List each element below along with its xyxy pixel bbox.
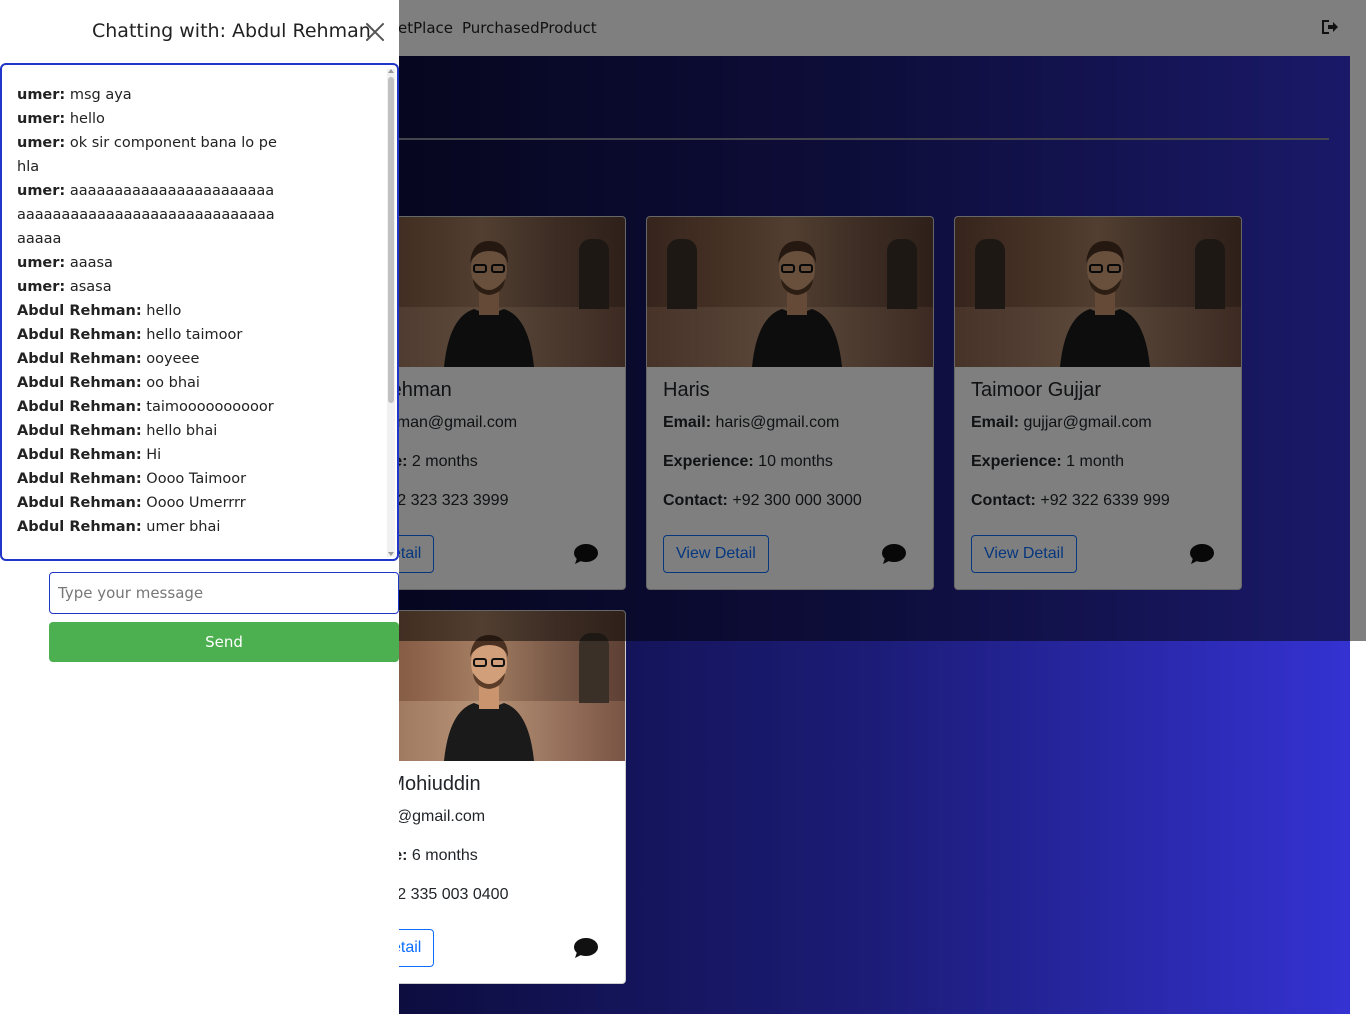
scroll-up-arrow-icon[interactable] <box>388 69 394 73</box>
message-history[interactable]: umer: msg aya umer: hello umer: ok sir com… <box>0 63 399 561</box>
message-sender: Abdul Rehman: <box>17 447 142 463</box>
chat-drawer: Chatting with: Abdul Rehman umer: msg ay… <box>0 0 399 1014</box>
message-sender: Abdul Rehman: <box>17 375 142 391</box>
message-text: Hi <box>146 447 162 463</box>
message-sender: umer: <box>17 279 66 295</box>
chat-message: umer: aaaaaaaaaaaaaaaaaaaaaaaaaaaaaaaaaa… <box>17 179 277 251</box>
chat-message: umer: hello <box>17 107 277 131</box>
chat-bubble-icon[interactable] <box>573 937 599 959</box>
chat-message: Abdul Rehman: ooyeee <box>17 347 277 371</box>
message-text: Oooo Umerrrr <box>146 495 246 511</box>
message-list: umer: msg aya umer: hello umer: ok sir com… <box>17 83 277 539</box>
message-sender: Abdul Rehman: <box>17 303 142 319</box>
scroll-down-arrow-icon[interactable] <box>388 552 394 556</box>
chat-message: umer: ok sir component bana lo pehla <box>17 131 277 179</box>
message-scrollbar[interactable] <box>387 69 395 557</box>
message-text: oo bhai <box>146 375 200 391</box>
chat-message: Abdul Rehman: taimoooooooooor <box>17 395 277 419</box>
message-sender: Abdul Rehman: <box>17 471 142 487</box>
message-text: umer bhai <box>146 519 221 535</box>
chat-message: Abdul Rehman: Oooo Umerrrr <box>17 491 277 515</box>
message-sender: Abdul Rehman: <box>17 423 142 439</box>
message-sender: Abdul Rehman: <box>17 399 142 415</box>
message-sender: umer: <box>17 135 66 151</box>
message-sender: Abdul Rehman: <box>17 495 142 511</box>
message-sender: Abdul Rehman: <box>17 351 142 367</box>
chat-message: umer: aaasa <box>17 251 277 275</box>
send-button[interactable]: Send <box>49 622 399 662</box>
chat-message: Abdul Rehman: oo bhai <box>17 371 277 395</box>
message-sender: Abdul Rehman: <box>17 327 142 343</box>
chat-message: Abdul Rehman: hello taimoor <box>17 323 277 347</box>
message-text: hello <box>146 303 182 319</box>
chat-message: Abdul Rehman: Oooo Taimoor <box>17 467 277 491</box>
chat-message: Abdul Rehman: Hi <box>17 443 277 467</box>
chat-message: Abdul Rehman: hello <box>17 299 277 323</box>
chat-message: Abdul Rehman: umer bhai <box>17 515 277 539</box>
message-text: asasa <box>69 279 112 295</box>
scroll-thumb[interactable] <box>388 77 394 403</box>
message-text: hello taimoor <box>146 327 243 343</box>
message-sender: Abdul Rehman: <box>17 519 142 535</box>
message-sender: umer: <box>17 255 66 271</box>
chat-message: Abdul Rehman: hello bhai <box>17 419 277 443</box>
message-text: taimoooooooooor <box>146 399 274 415</box>
message-text: hello bhai <box>146 423 218 439</box>
message-sender: umer: <box>17 87 66 103</box>
message-text: hello <box>69 111 105 127</box>
message-sender: umer: <box>17 183 66 199</box>
message-text: aaasa <box>69 255 113 271</box>
chat-message: umer: asasa <box>17 275 277 299</box>
message-input[interactable] <box>49 572 399 614</box>
close-icon[interactable] <box>365 22 385 42</box>
message-text: msg aya <box>69 87 132 103</box>
chat-title: Chatting with: Abdul Rehman <box>92 20 371 42</box>
message-sender: umer: <box>17 111 66 127</box>
chat-message: umer: msg aya <box>17 83 277 107</box>
message-text: ooyeee <box>146 351 200 367</box>
message-text: Oooo Taimoor <box>146 471 247 487</box>
